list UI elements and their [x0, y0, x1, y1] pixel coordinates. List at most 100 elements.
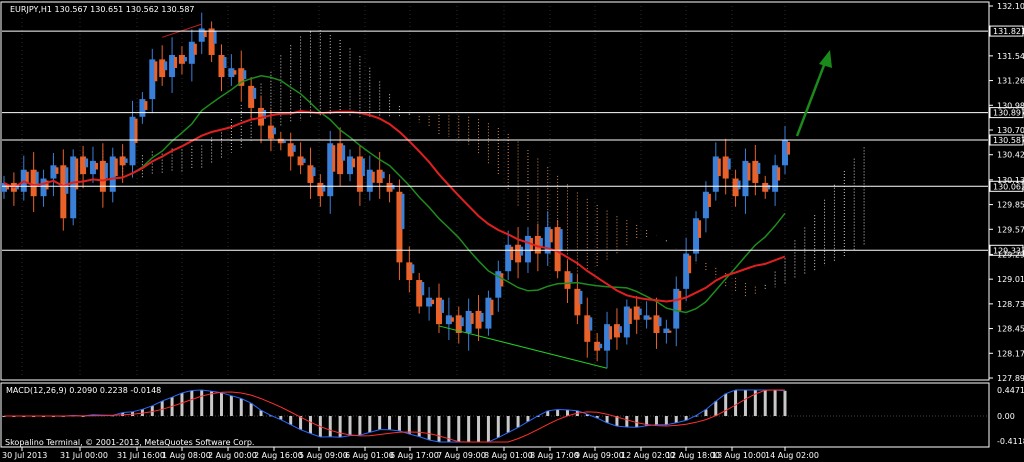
macd-histogram-bar [437, 416, 441, 442]
macd-histogram-bar [674, 416, 678, 423]
symbol-header: EURJPY,H1 130.567 130.651 130.562 130.58… [10, 5, 195, 14]
macd-histogram-bar [635, 416, 639, 428]
macd-histogram-bar [654, 416, 658, 425]
y-tick-label: 128.450 [997, 325, 1024, 334]
candle-body [282, 140, 286, 144]
macd-histogram-bar [477, 416, 481, 442]
macd-histogram-bar [190, 390, 194, 416]
candle-body [450, 317, 454, 322]
macd-histogram-bar [289, 416, 293, 425]
macd-histogram-bar [516, 416, 520, 428]
candle-body [25, 171, 29, 183]
macd-histogram-bar [467, 416, 471, 442]
candle-body [342, 145, 346, 161]
candle-body [223, 56, 227, 69]
y-tick-label: 129.010 [997, 275, 1024, 284]
macd-histogram-bar [249, 403, 253, 416]
macd-histogram-bar [328, 416, 332, 437]
candle-body [490, 299, 494, 316]
candle-body [114, 158, 118, 177]
macd-histogram-bar [625, 416, 629, 427]
macd-y-label: 0.00 [997, 412, 1015, 421]
macd-histogram-bar [229, 395, 233, 416]
candle-body [737, 180, 741, 190]
candle-body [411, 264, 415, 274]
candle-body [104, 162, 108, 179]
macd-histogram-bar [407, 416, 411, 435]
candle-body [183, 56, 187, 62]
x-tick-label: 8 Aug 17:00 [530, 451, 579, 460]
candle-body [361, 158, 365, 177]
candle-body [668, 330, 672, 333]
candle-body [539, 237, 543, 247]
candle-body [253, 87, 257, 99]
level-price-label: 130.587 [993, 136, 1024, 145]
candle-body [470, 312, 474, 324]
candle-body [589, 317, 593, 331]
candle-body [440, 299, 444, 313]
candle-body [628, 308, 632, 324]
y-tick-label: 131.260 [997, 77, 1024, 86]
candle-body [391, 184, 395, 190]
x-tick-label: 2 Aug 00:00 [208, 451, 257, 460]
x-tick-label: 31 Jul 16:00 [117, 451, 165, 460]
x-tick-label: 30 Jul 2013 [2, 451, 47, 460]
x-tick-label: 14 Aug 02:00 [765, 451, 819, 460]
candle-body [480, 312, 484, 322]
macd-histogram-bar [348, 416, 352, 436]
candle-body [698, 220, 702, 238]
candle-body [777, 167, 781, 181]
candle-body [609, 326, 613, 340]
macd-histogram-bar [358, 416, 362, 436]
x-tick-label: 31 Jul 00:00 [60, 451, 108, 460]
macd-y-label: 0.4471 [997, 386, 1024, 395]
macd-histogram-bar [714, 401, 718, 416]
candle-body [579, 290, 583, 305]
candle-body [75, 158, 79, 190]
level-price-label: 131.821 [993, 27, 1024, 36]
candle-body [559, 229, 563, 252]
macd-histogram-bar [388, 416, 392, 430]
copyright-text: Skopalino Terminal, © 2001-2013, MetaQuo… [5, 438, 254, 447]
candle-body [243, 70, 247, 80]
candle-body [460, 317, 464, 327]
candle-body [94, 162, 98, 170]
macd-histogram-bar [783, 390, 787, 416]
candle-body [65, 167, 69, 194]
macd-histogram-bar [308, 416, 312, 434]
y-tick-label: 128.730 [997, 300, 1024, 309]
candle-body [520, 246, 524, 256]
candle-body [767, 184, 771, 190]
macd-histogram-bar [368, 416, 372, 433]
x-tick-label: 6 Aug 17:00 [390, 451, 439, 460]
candle-body [421, 282, 425, 296]
y-tick-label: 128.170 [997, 349, 1024, 358]
macd-histogram-bar [378, 416, 382, 430]
candle-body [688, 255, 692, 274]
y-tick-label: 130.980 [997, 101, 1024, 110]
candle-body [332, 145, 336, 172]
candle-body [747, 162, 751, 181]
candle-body [371, 171, 375, 183]
macd-histogram-bar [239, 398, 243, 416]
candle-body [193, 43, 197, 55]
macd-histogram-bar [180, 392, 184, 416]
candle-body [292, 145, 296, 152]
candle-body [717, 158, 721, 177]
y-tick-label: 127.890 [997, 374, 1024, 383]
macd-histogram-bar [397, 416, 401, 431]
macd-histogram-bar [506, 416, 510, 433]
candle-body [510, 246, 514, 260]
macd-header: MACD(12,26,9) 0.2090 0.2238 -0.0148 [6, 386, 161, 395]
trading-chart[interactable]: 131.821130.897130.587130.062129.337 132.… [0, 0, 1024, 462]
macd-histogram-bar [338, 416, 342, 438]
macd-histogram-bar [210, 391, 214, 416]
candle-body [648, 317, 652, 320]
macd-histogram-bar [734, 390, 738, 416]
x-tick-label: 8 Aug 01:00 [484, 451, 533, 460]
y-tick-label: 130.420 [997, 151, 1024, 160]
candle-body [154, 61, 158, 82]
candle-body [549, 229, 553, 243]
x-tick-label: 13 Aug 10:00 [712, 451, 766, 460]
y-tick-label: 129.855 [997, 201, 1024, 210]
